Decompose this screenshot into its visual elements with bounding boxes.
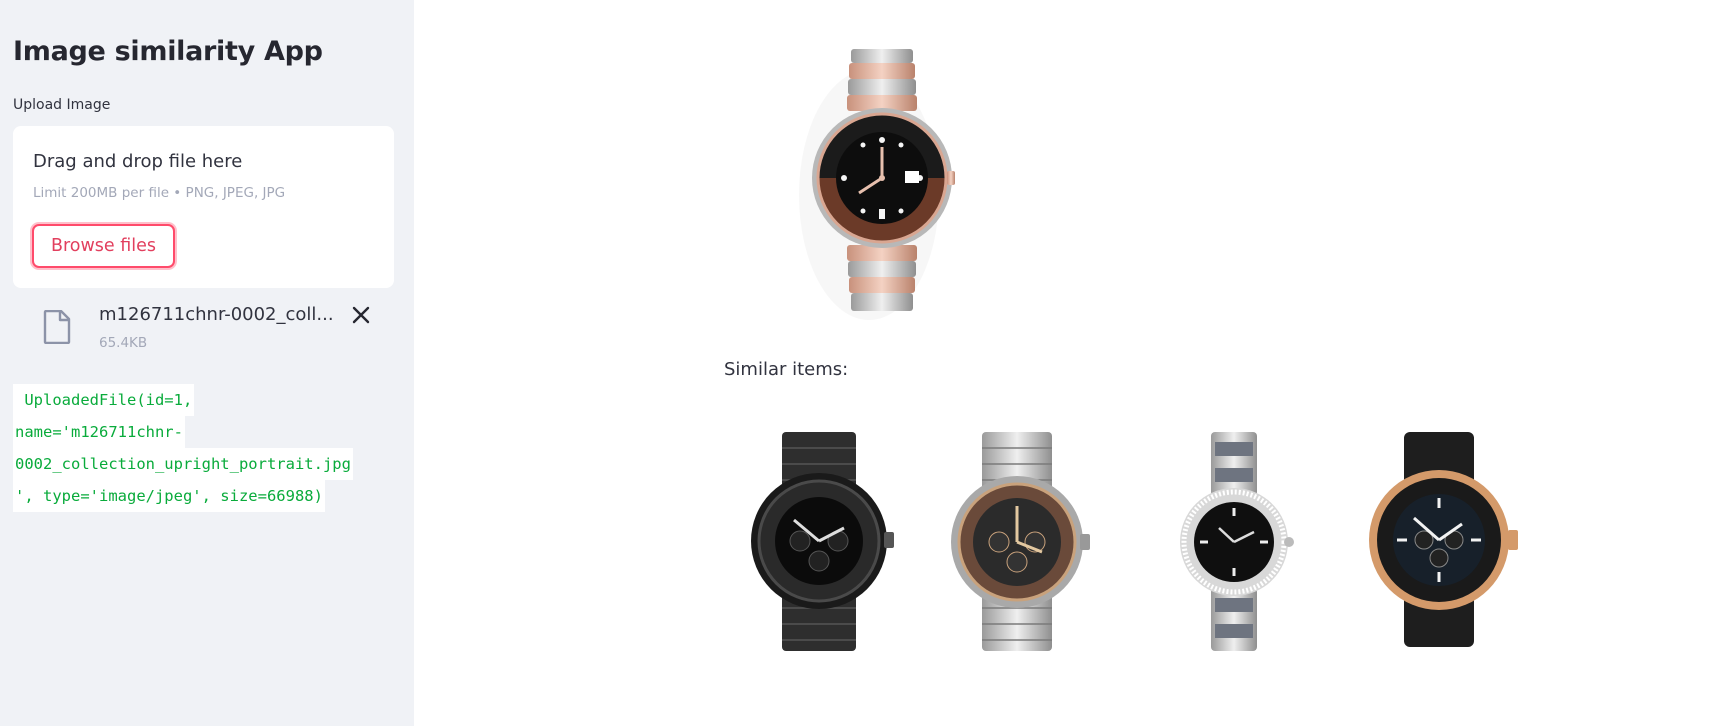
query-watch-image <box>799 49 955 320</box>
code-line: 0002_collection_upright_portrait.jpg <box>13 448 353 480</box>
file-icon <box>43 310 71 344</box>
similar-watch-image <box>1180 432 1294 651</box>
close-icon[interactable] <box>348 302 374 328</box>
uploaded-file-row: m126711chnr-0002_coll... 65.4KB <box>13 298 394 358</box>
uploaded-file-code: UploadedFile(id=1, name='m126711chnr- 00… <box>13 384 393 512</box>
sidebar: Image similarity App Upload Image Drag a… <box>0 0 414 726</box>
similar-watch-image <box>1369 432 1518 647</box>
main-content: Similar items: <box>414 0 1718 726</box>
similar-watch-image <box>951 432 1090 651</box>
code-line: ', type='image/jpeg', size=66988) <box>13 480 325 512</box>
browse-files-button[interactable]: Browse files <box>32 224 175 268</box>
dropzone-limit: Limit 200MB per file • PNG, JPEG, JPG <box>33 185 286 201</box>
uploaded-file-size: 65.4KB <box>99 335 148 351</box>
upload-label: Upload Image <box>13 97 111 113</box>
code-line: name='m126711chnr- <box>13 416 185 448</box>
file-dropzone[interactable]: Drag and drop file here Limit 200MB per … <box>13 126 394 288</box>
code-line: UploadedFile(id=1, <box>13 384 195 416</box>
similar-items-label: Similar items: <box>724 359 849 380</box>
app-title: Image similarity App <box>13 36 323 67</box>
uploaded-file-name: m126711chnr-0002_coll... <box>99 304 334 325</box>
similar-watch-image <box>751 432 894 651</box>
dropzone-title: Drag and drop file here <box>33 151 243 172</box>
